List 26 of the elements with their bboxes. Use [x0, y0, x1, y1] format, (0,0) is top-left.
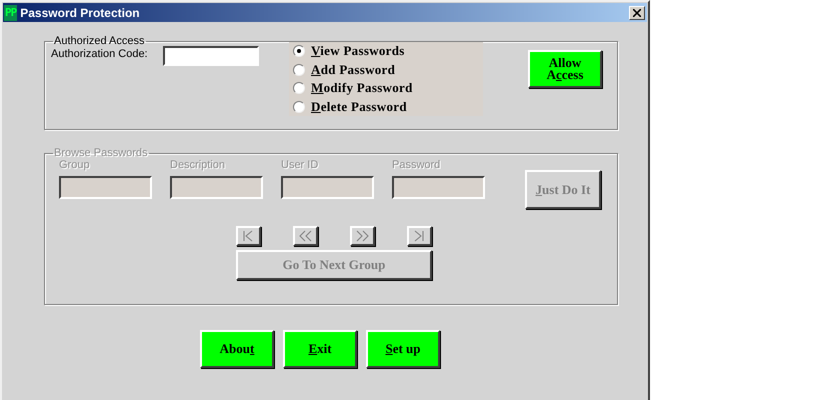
field-label: Group — [59, 159, 91, 173]
field-label: Authorization Code: — [51, 48, 149, 60]
authorization-code-field[interactable] — [163, 46, 259, 66]
radio-button[interactable] — [293, 100, 305, 113]
radio-label[interactable]: Delete Password — [311, 98, 407, 115]
field-label: Description — [170, 159, 226, 173]
radio-label[interactable]: Modify Password — [311, 80, 413, 96]
dialog-button[interactable]: About — [200, 330, 274, 368]
group-title: Browse Passwords — [53, 147, 149, 159]
radio-label[interactable]: View Passwords — [311, 43, 405, 60]
app-icon: PP — [4, 4, 18, 20]
dialog-button[interactable]: Exit — [283, 330, 357, 368]
close-icon — [633, 8, 641, 16]
window-title: Password Protection — [20, 6, 141, 20]
dialog-button[interactable]: Set up — [366, 330, 440, 368]
radio-button[interactable] — [293, 64, 305, 76]
close-button[interactable] — [629, 6, 645, 20]
group-title: Authorized Access — [53, 35, 146, 47]
allow-access-button[interactable]: Allow Access — [528, 50, 602, 88]
double-chevron-icon — [355, 229, 370, 243]
radio-button[interactable] — [293, 82, 305, 94]
radio-label[interactable]: Add Password — [311, 62, 396, 78]
field-label: User ID — [281, 159, 320, 173]
radio-button[interactable] — [293, 45, 305, 58]
field-label: Password — [392, 159, 442, 173]
double-chevron-icon — [298, 229, 313, 243]
